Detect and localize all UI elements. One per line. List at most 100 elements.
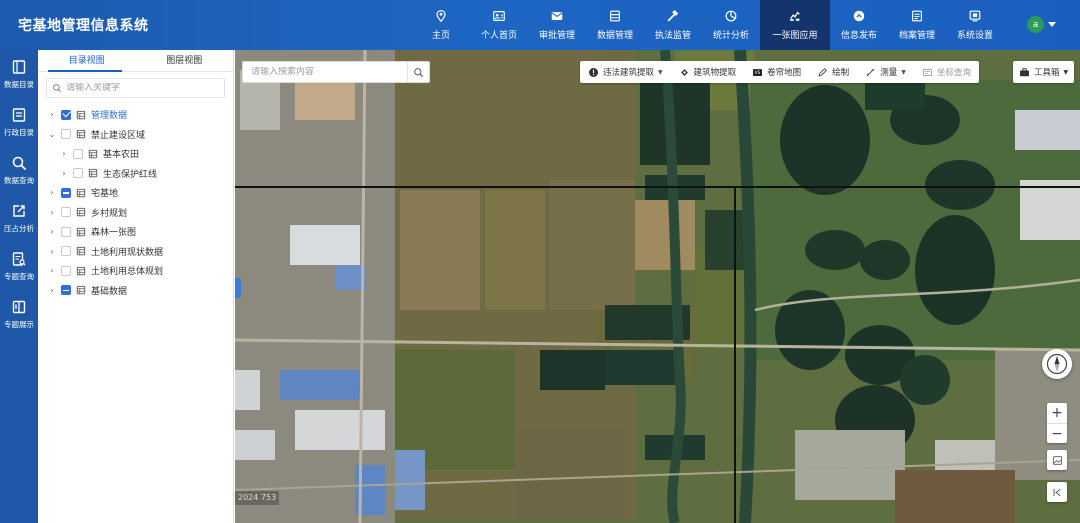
tree-node-checkbox[interactable] (61, 129, 71, 140)
tree-node-label: 土地利用现状数据 (91, 247, 164, 258)
nav-item-home[interactable]: 主页 (412, 0, 470, 50)
tree-node[interactable]: › 基本农田 (38, 144, 233, 164)
layer-switch-button[interactable] (1047, 450, 1067, 470)
map-view[interactable]: 违法建筑提取 ▼ 建筑物提取 VS 卷帘地图 绘制 测量 ▼ 坐标查询 工具箱 … (235, 50, 1080, 523)
compass-button[interactable] (1042, 349, 1072, 379)
tree-node[interactable]: › 乡村规划 (38, 203, 233, 223)
chevron-right-icon[interactable]: › (46, 247, 58, 256)
rail-label: 专题展示 (4, 319, 34, 329)
tree-node-checkbox[interactable] (61, 285, 71, 296)
tree-node-checkbox[interactable] (61, 246, 71, 257)
avatar[interactable]: a (1027, 16, 1044, 33)
nav-item-settings[interactable]: 系统设置 (946, 0, 1004, 50)
tree-node-label: 土地利用总体规划 (91, 267, 164, 278)
book-icon (12, 59, 26, 74)
tool-swipe-map[interactable]: VS 卷帘地图 (744, 61, 809, 83)
chevron-right-icon[interactable]: › (46, 110, 58, 119)
coordinate-icon (922, 68, 932, 76)
tree-node-checkbox[interactable] (73, 168, 83, 179)
left-rail: 数据目录 行政目录 数据查询 压占分析 专题查询 专题展示 (0, 50, 38, 523)
tree-node-checkbox[interactable] (61, 109, 71, 120)
tree-node[interactable]: › 管理数据 (38, 105, 233, 125)
tool-measure[interactable]: 测量 ▼ (857, 61, 914, 83)
chevron-right-icon[interactable]: › (58, 149, 70, 158)
tree-node[interactable]: › 基础数据 (38, 281, 233, 301)
tree-node[interactable]: ⌄ 禁止建设区域 (38, 125, 233, 145)
tree-node-label: 宅基地 (91, 189, 119, 200)
nav-item-one-map[interactable]: 一张图应用 (760, 0, 830, 50)
chevron-right-icon[interactable]: › (46, 208, 58, 217)
toolbox-button[interactable]: 工具箱 ▼ (1013, 61, 1075, 83)
tree-node-checkbox[interactable] (73, 148, 83, 159)
nav-label: 系统设置 (956, 31, 993, 41)
layer-folder-icon (76, 247, 86, 256)
nav-item-data[interactable]: 数据管理 (586, 0, 644, 50)
tool-coordinate-query[interactable]: 坐标查询 (914, 61, 979, 83)
tab-catalog-view[interactable]: 目录视图 (38, 50, 136, 72)
nav-label: 档案管理 (898, 31, 935, 41)
zoom-in-button[interactable]: + (1047, 403, 1067, 423)
tool-illegal-building[interactable]: 违法建筑提取 ▼ (580, 61, 671, 83)
export-icon (13, 204, 25, 217)
settings-icon (969, 10, 981, 22)
map-search (242, 61, 430, 83)
chevron-right-icon[interactable]: › (46, 286, 58, 295)
tree-node-label: 基础数据 (91, 286, 128, 297)
nav-item-publish[interactable]: 信息发布 (830, 0, 888, 50)
nav-item-personal[interactable]: 个人首页 (470, 0, 528, 50)
compass-icon (1046, 353, 1068, 375)
chevron-right-icon[interactable]: › (58, 169, 70, 178)
collapse-right-button[interactable] (1047, 482, 1067, 502)
rail-label: 专题查询 (4, 271, 34, 281)
rail-item-data-catalog[interactable]: 数据目录 (0, 50, 38, 98)
tree-node-checkbox[interactable] (61, 207, 71, 218)
panel-collapse-handle[interactable] (235, 278, 241, 298)
chart-icon (725, 10, 737, 22)
tree-node-checkbox[interactable] (61, 265, 71, 276)
map-search-button[interactable] (407, 62, 429, 82)
warning-icon (589, 67, 598, 77)
rail-label: 数据查询 (4, 175, 34, 185)
tree-search-input[interactable] (66, 83, 216, 93)
chevron-down-icon[interactable] (1048, 22, 1056, 27)
tool-building-extract[interactable]: 建筑物提取 (671, 61, 745, 83)
chevron-right-icon[interactable]: › (46, 188, 58, 197)
map-icon (790, 11, 800, 21)
search-icon (53, 84, 62, 93)
tree-node-checkbox[interactable] (61, 187, 71, 198)
tree-node-checkbox[interactable] (61, 226, 71, 237)
tree-node[interactable]: › 宅基地 (38, 183, 233, 203)
rail-label: 压占分析 (4, 223, 34, 233)
chevron-down-icon[interactable]: ⌄ (46, 130, 58, 139)
image-icon (1052, 455, 1062, 465)
nav-item-statistics[interactable]: 统计分析 (702, 0, 760, 50)
layer-folder-icon (88, 169, 98, 178)
user-menu[interactable]: a (1027, 16, 1056, 33)
tree-node[interactable]: › 生态保护红线 (38, 164, 233, 184)
tree-node-label: 基本农田 (103, 150, 140, 161)
rail-item-data-query[interactable]: 数据查询 (0, 146, 38, 194)
nav-label: 个人首页 (480, 31, 517, 41)
rail-item-overlay-analysis[interactable]: 压占分析 (0, 194, 38, 242)
tab-layer-view[interactable]: 图层视图 (136, 50, 234, 71)
tree-node[interactable]: › 土地利用总体规划 (38, 261, 233, 281)
chevron-right-icon[interactable]: › (46, 227, 58, 236)
rail-item-admin-catalog[interactable]: 行政目录 (0, 98, 38, 146)
nav-item-archive[interactable]: 档案管理 (888, 0, 946, 50)
chevron-right-icon[interactable]: › (46, 266, 58, 275)
tool-draw[interactable]: 绘制 (809, 61, 857, 83)
rail-item-topic-query[interactable]: 专题查询 (0, 242, 38, 290)
layer-folder-icon (76, 266, 86, 275)
tree-node[interactable]: › 土地利用现状数据 (38, 242, 233, 262)
search-icon (414, 67, 424, 77)
nav-item-enforcement[interactable]: 执法监管 (644, 0, 702, 50)
map-search-input[interactable] (243, 67, 407, 77)
rail-label: 行政目录 (4, 127, 34, 137)
tree-node[interactable]: › 森林一张图 (38, 222, 233, 242)
nav-label: 信息发布 (840, 31, 877, 41)
zoom-out-button[interactable]: − (1047, 423, 1067, 443)
nav-item-approval[interactable]: 审批管理 (528, 0, 586, 50)
layer-folder-icon (88, 149, 98, 158)
catalog-tree: › 管理数据 ⌄ 禁止建设区域 › 基本农田 › 生态保护红线 › 宅基地 › 乡村规划 › 森林一张图 ›… (38, 102, 233, 300)
rail-item-topic-display[interactable]: 专题展示 (0, 290, 38, 338)
